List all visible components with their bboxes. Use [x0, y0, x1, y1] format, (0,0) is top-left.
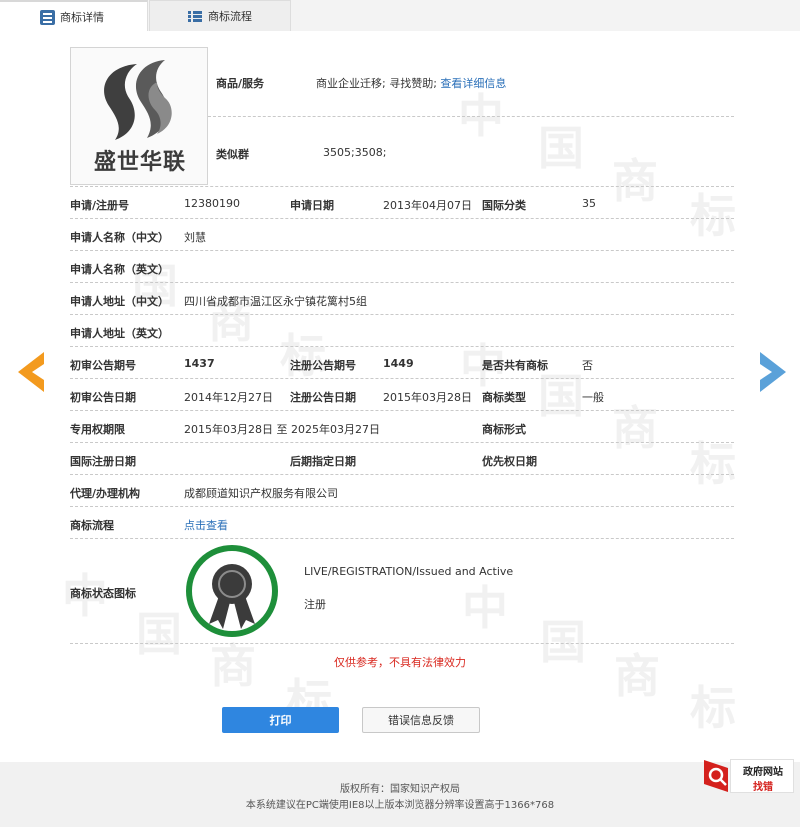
gov-site-error-report[interactable]: 政府网站 找错	[700, 756, 796, 796]
arrow-right-icon[interactable]	[758, 352, 786, 392]
priority-date-label: 优先权日期	[482, 455, 537, 468]
divider	[70, 218, 734, 219]
address-en-label: 申请人地址（英文）	[70, 327, 169, 340]
applicant-cn-value: 刘慧	[184, 231, 206, 244]
corner-line-2: 找错	[753, 782, 773, 793]
divider	[70, 538, 734, 539]
applicant-en-label: 申请人名称（英文）	[70, 263, 169, 276]
divider	[70, 410, 734, 411]
tab-trademark-process[interactable]: 商标流程	[149, 0, 291, 31]
corner-line-1: 政府网站	[743, 767, 783, 778]
divider	[70, 378, 734, 379]
process-label: 商标流程	[70, 519, 114, 532]
gov-site-error-label: 政府网站 找错	[730, 759, 794, 793]
shared-label: 是否共有商标	[482, 359, 548, 372]
goods-value: 商业企业迁移; 寻找赞助; 查看详细信息	[316, 75, 506, 91]
divider	[70, 346, 734, 347]
prelim-issue-value: 1437	[184, 357, 215, 370]
divider	[70, 250, 734, 251]
divider	[70, 186, 734, 187]
tm-type-label: 商标类型	[482, 391, 526, 404]
prelim-date-value: 2014年12月27日	[184, 391, 273, 404]
reg-issue-label: 注册公告期号	[290, 359, 356, 372]
apply-date-label: 申请日期	[290, 199, 334, 212]
trademark-image: 盛世华联	[70, 47, 208, 185]
status-cn-text: 注册	[304, 598, 326, 611]
divider	[70, 282, 734, 283]
divider	[70, 442, 734, 443]
status-en-text: LIVE/REGISTRATION/Issued and Active	[304, 565, 514, 578]
exclusive-period-value: 2015年03月28日 至 2025年03月27日	[184, 423, 380, 436]
agent-value: 成都顾道知识产权服务有限公司	[184, 487, 338, 500]
similar-group-label: 类似群	[216, 148, 249, 161]
address-cn-value: 四川省成都市温江区永宁镇花篱村5组	[184, 295, 367, 308]
exclusive-period-label: 专用权期限	[70, 423, 125, 436]
tab-label: 商标流程	[208, 10, 252, 23]
view-process-link[interactable]: 点击查看	[184, 517, 228, 533]
tab-trademark-detail[interactable]: 商标详情	[0, 0, 148, 31]
footer-note: 本系统建议在PC端使用IE8以上版本浏览器分辨率设置高于1366*768	[245, 800, 555, 811]
error-feedback-button[interactable]: 错误信息反馈	[362, 707, 480, 733]
divider	[70, 643, 734, 644]
reg-issue-value: 1449	[383, 357, 414, 370]
print-button[interactable]: 打印	[222, 707, 339, 733]
document-list-icon	[40, 10, 55, 25]
status-icon-label: 商标状态图标	[70, 587, 136, 600]
prelim-issue-label: 初审公告期号	[70, 359, 136, 372]
goods-text: 商业企业迁移; 寻找赞助;	[316, 77, 437, 90]
reg-date-value: 2015年03月28日	[383, 391, 472, 404]
intl-class-label: 国际分类	[482, 199, 526, 212]
intl-reg-date-label: 国际注册日期	[70, 455, 136, 468]
prelim-date-label: 初审公告日期	[70, 391, 136, 404]
trademark-logo-text: 盛世华联	[93, 149, 186, 175]
intl-class-value: 35	[582, 197, 596, 210]
arrow-left-icon[interactable]	[18, 352, 46, 392]
footer-copyright: 版权所有：国家知识产权局	[340, 784, 460, 795]
later-date-label: 后期指定日期	[290, 455, 356, 468]
shared-value: 否	[582, 359, 593, 372]
disclaimer-text: 仅供参考，不具有法律效力	[334, 656, 466, 669]
tab-bar: 商标详情 商标流程	[0, 0, 800, 31]
tm-type-value: 一般	[582, 391, 604, 404]
agent-label: 代理/办理机构	[70, 487, 141, 500]
divider	[70, 474, 734, 475]
divider	[208, 116, 734, 117]
tm-form-label: 商标形式	[482, 423, 526, 436]
reg-no-value: 12380190	[184, 197, 240, 210]
apply-date-value: 2013年04月07日	[383, 199, 472, 212]
applicant-cn-label: 申请人名称（中文）	[70, 231, 169, 244]
trademark-logo-mark	[104, 60, 172, 140]
address-cn-label: 申请人地址（中文）	[70, 295, 169, 308]
tab-label: 商标详情	[60, 10, 104, 24]
registered-ribbon-badge-icon	[186, 545, 278, 637]
goods-label: 商品/服务	[216, 77, 265, 90]
view-details-link[interactable]: 查看详细信息	[440, 77, 506, 90]
divider	[70, 506, 734, 507]
reg-no-label: 申请/注册号	[70, 199, 130, 212]
footer: 版权所有：国家知识产权局 本系统建议在PC端使用IE8以上版本浏览器分辨率设置高…	[0, 762, 800, 827]
similar-group-value: 3505;3508;	[323, 146, 387, 159]
divider	[70, 314, 734, 315]
reg-date-label: 注册公告日期	[290, 391, 356, 404]
list-icon	[188, 9, 203, 24]
